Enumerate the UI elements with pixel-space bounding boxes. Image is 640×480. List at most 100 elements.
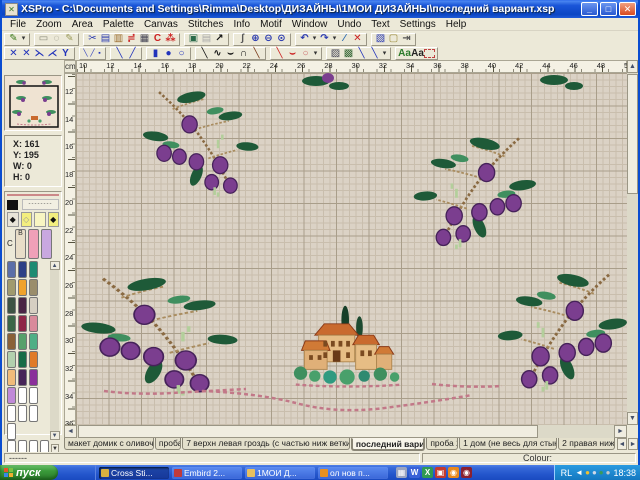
tab-scroll-left-icon[interactable]: ◄ xyxy=(617,438,627,450)
palette-scroll-up-icon[interactable]: ▲ xyxy=(50,261,60,270)
minimize-button[interactable]: _ xyxy=(581,2,598,16)
undo-icon[interactable]: ↶ xyxy=(298,33,311,45)
palette-scrollbar[interactable]: ▲ ▼ xyxy=(50,261,59,440)
vertical-scroll-thumb[interactable] xyxy=(627,74,638,194)
palette-swatch[interactable] xyxy=(18,333,27,350)
half-stitch-icon[interactable]: ╲ xyxy=(113,48,126,60)
circle-stitch-icon[interactable]: ○ xyxy=(175,48,188,60)
paste-motif-icon[interactable]: ▤ xyxy=(200,33,213,45)
palette-swatch[interactable] xyxy=(29,369,38,386)
taskbar-task-button[interactable]: Embird 2... xyxy=(172,467,242,479)
app-icon-3[interactable]: ◉ xyxy=(448,467,459,478)
menu-palette[interactable]: Palette xyxy=(98,19,139,30)
export-icon[interactable]: ⇥ xyxy=(400,33,413,45)
cut-icon[interactable]: ✂ xyxy=(86,33,99,45)
app-icon-4[interactable]: ◉ xyxy=(461,467,472,478)
document-tab[interactable]: макет домик с оливочками xyxy=(64,438,154,450)
tray-icon-2[interactable]: ● xyxy=(592,468,597,478)
pale-yellow-swatch[interactable] xyxy=(34,212,46,227)
menu-file[interactable]: File xyxy=(5,19,31,30)
menu-area[interactable]: Area xyxy=(67,19,98,30)
blend-bar-lilac[interactable] xyxy=(41,229,52,259)
zoom-fit-icon[interactable]: ⊙ xyxy=(275,33,288,45)
palette-swatch[interactable] xyxy=(7,423,16,440)
draw-line-icon[interactable]: ∕ xyxy=(338,33,351,45)
tray-chevron-icon[interactable]: ◄ xyxy=(575,468,583,478)
palette-swatch[interactable] xyxy=(18,261,27,278)
rotate-icon[interactable]: C xyxy=(151,33,164,45)
motif-library-icon[interactable]: ▣ xyxy=(187,33,200,45)
paste-icon[interactable]: ▥ xyxy=(112,33,125,45)
menu-stitches[interactable]: Stitches xyxy=(183,19,229,30)
red-arc-icon[interactable]: ⌣ xyxy=(286,48,299,60)
thread-icon[interactable]: ʃ xyxy=(236,33,249,45)
palette-swatch[interactable] xyxy=(29,261,38,278)
palette-swatch[interactable] xyxy=(7,297,16,314)
horizontal-scrollbar[interactable]: ◄ ► xyxy=(64,425,627,438)
redo-icon[interactable]: ↷ xyxy=(318,33,331,45)
palette-swatch[interactable] xyxy=(7,405,16,422)
palette-swatch[interactable] xyxy=(29,279,38,296)
mirror-icon[interactable]: ≓ xyxy=(125,33,138,45)
scatter-icon[interactable]: ⁂ xyxy=(164,33,177,45)
save-icon[interactable]: ▧ xyxy=(374,33,387,45)
arc-stitch-icon[interactable]: ⌣ xyxy=(224,48,237,60)
palette-swatch[interactable] xyxy=(29,315,38,332)
excel-icon[interactable]: X xyxy=(422,467,433,478)
scroll-left-icon[interactable]: ◄ xyxy=(64,425,77,438)
start-button[interactable]: пуск xyxy=(0,465,58,480)
quarter-stitch-icon[interactable]: ╲ xyxy=(82,48,89,60)
menu-motif[interactable]: Motif xyxy=(255,19,287,30)
redo-dropdown-icon[interactable]: ▾ xyxy=(331,33,338,45)
yellow-diamond-outline-swatch[interactable]: ◇ xyxy=(21,212,33,227)
lasso-select-icon[interactable]: ◌ xyxy=(50,33,63,45)
taskbar-task-button[interactable]: 1МОИ Д... xyxy=(245,467,315,479)
zoom-out-icon[interactable]: ⊖ xyxy=(262,33,275,45)
selection-marquee-icon[interactable] xyxy=(424,49,435,58)
maximize-button[interactable]: □ xyxy=(600,2,617,16)
document-tab[interactable]: проба xyxy=(155,438,181,450)
petite-stitch-icon[interactable]: ▪ xyxy=(96,48,103,60)
black-diamond-swatch[interactable]: ◆ xyxy=(7,212,19,227)
scroll-up-icon[interactable]: ▲ xyxy=(627,60,638,73)
menu-undo[interactable]: Undo xyxy=(332,19,366,30)
palette-swatch[interactable] xyxy=(18,387,27,404)
palette-swatch[interactable] xyxy=(29,333,38,350)
app-icon-2[interactable]: ▣ xyxy=(435,467,446,478)
palette-swatch[interactable] xyxy=(18,315,27,332)
pattern-preview[interactable] xyxy=(4,75,62,131)
three-quarter-stitch-icon[interactable]: ⋋ xyxy=(33,48,46,60)
vertical-scrollbar[interactable]: ▲ ▼ xyxy=(627,60,638,425)
palette-swatch[interactable] xyxy=(29,351,38,368)
fabric-color-icon[interactable]: ▩ xyxy=(342,48,355,60)
close-button[interactable]: ✕ xyxy=(619,2,636,16)
palette-swatch[interactable] xyxy=(29,387,38,404)
y-stitch-icon[interactable]: Y xyxy=(59,48,72,60)
red-circle-icon[interactable]: ○ xyxy=(299,48,312,60)
rect-select-icon[interactable]: ▭ xyxy=(37,33,50,45)
tray-icon-4[interactable]: ● xyxy=(606,468,611,478)
taskbar-task-button[interactable]: Cross Sti... xyxy=(99,467,169,479)
quarter-stitch-2-icon[interactable]: ╱ xyxy=(89,48,96,60)
palette-swatch[interactable] xyxy=(18,351,27,368)
menu-settings[interactable]: Settings xyxy=(395,19,441,30)
taskbar-task-button[interactable]: ол нов п... xyxy=(318,467,388,479)
palette-swatch[interactable] xyxy=(18,405,27,422)
bead-icon[interactable]: ● xyxy=(162,48,175,60)
horizontal-scroll-thumb[interactable] xyxy=(78,425,538,438)
blend-bar-b[interactable]: B xyxy=(15,229,26,259)
document-tab[interactable]: 2 правая ниж гр xyxy=(558,438,615,450)
three-quarter-stitch-2-icon[interactable]: ⋌ xyxy=(46,48,59,60)
tray-icon-1[interactable]: ● xyxy=(585,468,590,478)
text-black-icon[interactable]: Aa xyxy=(411,48,424,60)
fabric-icon[interactable]: ▨ xyxy=(329,48,342,60)
document-tab[interactable]: 1 дом (не весь для стыковки) xyxy=(459,438,557,450)
scroll-right-icon[interactable]: ► xyxy=(614,425,627,438)
menu-text[interactable]: Text xyxy=(366,19,394,30)
tray-icon-3[interactable]: ● xyxy=(599,468,604,478)
palette-scroll-down-icon[interactable]: ▼ xyxy=(50,431,60,440)
blue-line-icon[interactable]: ╲ xyxy=(355,48,368,60)
pencil-dropdown-icon[interactable]: ▾ xyxy=(20,33,27,45)
palette-swatch[interactable] xyxy=(29,297,38,314)
palette-swatch[interactable] xyxy=(7,387,16,404)
